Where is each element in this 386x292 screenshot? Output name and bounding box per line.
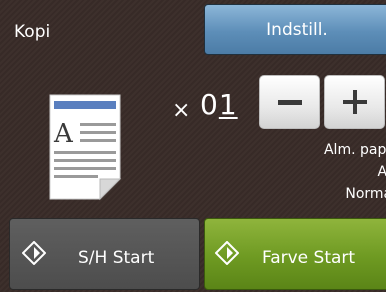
paper-type-label: Alm. papir [323, 142, 386, 158]
color-start-button[interactable]: Farve Start [204, 218, 386, 290]
decrease-copies-button[interactable] [259, 75, 320, 129]
copy-screen: Kopi Indstill. A × 01 Alm. papir A4 Norm… [0, 0, 386, 292]
screen-title: Kopi [14, 22, 51, 42]
quality-label: Normal [345, 186, 386, 202]
bw-start-button[interactable]: S/H Start [9, 218, 200, 290]
bw-start-label: S/H Start [78, 248, 155, 268]
document-icon: A [49, 94, 122, 201]
minus-icon [277, 99, 302, 105]
settings-button-label: Indstill. [266, 19, 328, 40]
increase-copies-button[interactable] [324, 75, 385, 129]
plus-icon [342, 90, 367, 114]
multiply-sign: × [172, 98, 191, 123]
color-start-label: Farve Start [262, 248, 356, 268]
copies-count-cursor-digit: 1 [218, 88, 238, 121]
copies-count-prefix: 0 [200, 88, 219, 121]
svg-text:A: A [53, 119, 74, 149]
start-diamond-icon [215, 241, 239, 265]
settings-button[interactable]: Indstill. [204, 4, 386, 55]
copies-count: 01 [200, 88, 238, 121]
start-diamond-icon [22, 241, 46, 265]
paper-size-label: A4 [377, 164, 386, 180]
